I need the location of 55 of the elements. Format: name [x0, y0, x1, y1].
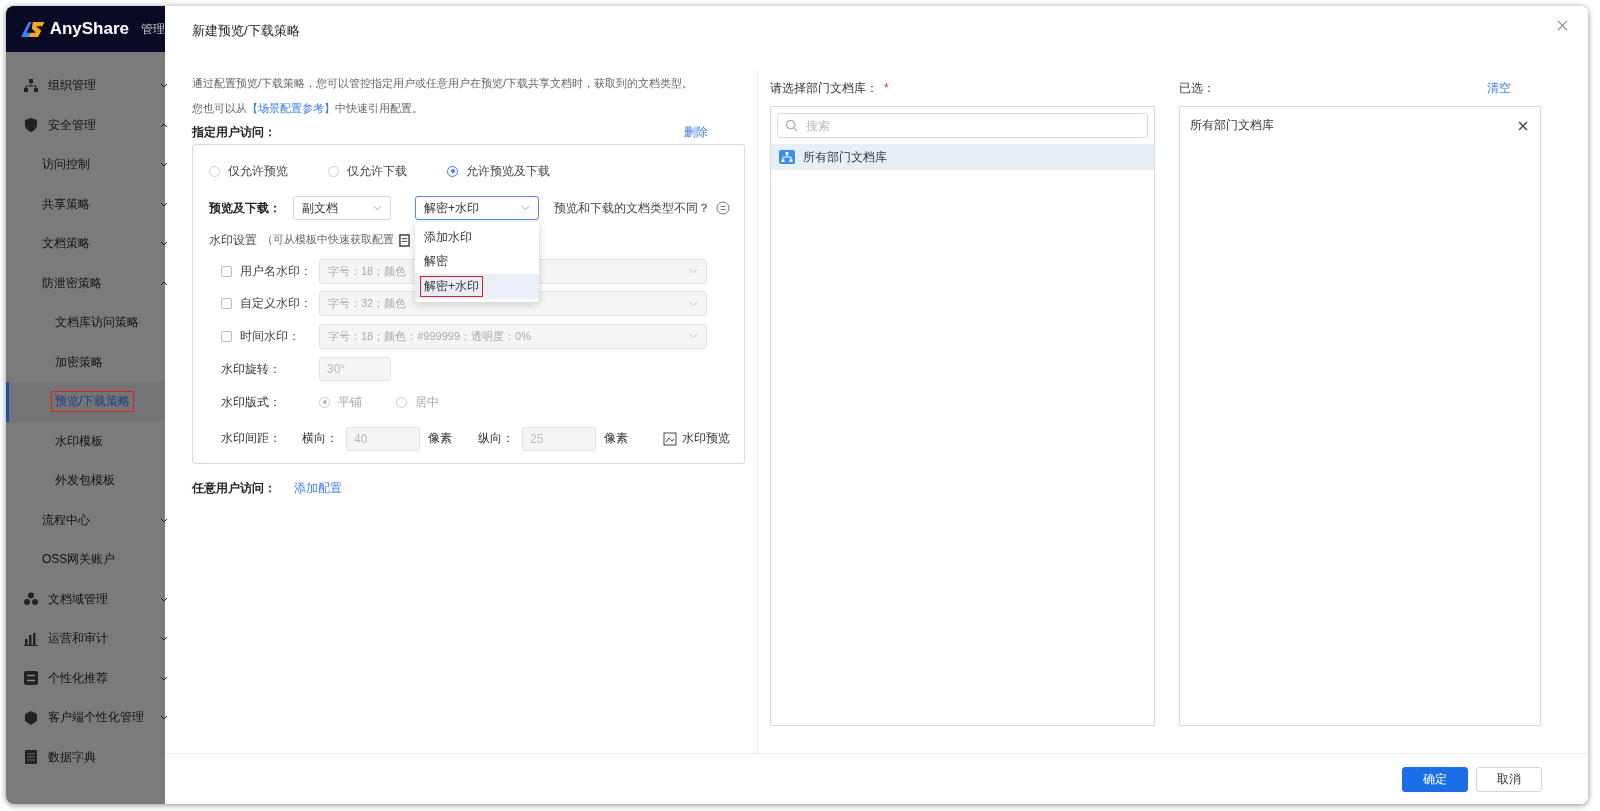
field-label: 纵向：: [478, 430, 514, 447]
nav-label: 安全管理: [47, 116, 97, 134]
brand-name: AnyShare: [49, 19, 129, 39]
nav-label: 加密策略: [54, 353, 104, 371]
radio-label: 居中: [415, 394, 439, 410]
field-label: 水印旋转：: [221, 360, 282, 378]
section-title: 任意用户访问：: [192, 479, 276, 497]
nav-label: 访问控制: [41, 156, 91, 174]
nav-label: 文档库访问策略: [54, 314, 140, 332]
field-label: 水印间距：: [221, 430, 282, 447]
field-label: 水印设置: [209, 231, 257, 249]
nav-label: 流程中心: [41, 511, 91, 529]
nav-label: 预览/下载策略: [51, 391, 135, 413]
radio-label: 仅允许预览: [228, 163, 288, 179]
field-label: 水印版式：: [221, 393, 282, 411]
nav-label: 个性化推荐: [47, 669, 109, 687]
option-label: 解密+水印: [420, 275, 483, 297]
unit-label: 像素: [604, 430, 628, 447]
field-label: 自定义水印：: [240, 295, 313, 313]
nav-label: 水印模板: [54, 432, 104, 450]
nav-label: 运营和审计: [47, 630, 109, 648]
nav-label: 客户端个性化管理: [47, 709, 145, 727]
option-label: 解密: [423, 253, 449, 271]
intro-text: 通过配置预览/下载策略，您可以管控指定用户或任意用户在预览/下载共享文档时，获取到的文档类型。: [192, 76, 695, 91]
help-text: 预览和下载的文档类型不同？: [554, 200, 710, 216]
nav-label: 外发包模板: [54, 472, 116, 490]
radio-label: 平铺: [338, 394, 362, 410]
nav-label: 防泄密策略: [41, 274, 103, 292]
nav-label: 组织管理: [47, 77, 97, 95]
nav-label: 数据字典: [47, 748, 97, 766]
nav-label: 共享策略: [41, 195, 91, 213]
select-value: 字号：18；颜色：#999999；透明度：0%: [328, 328, 531, 344]
field-label: 用户名水印：: [240, 262, 313, 280]
required-mark: *: [884, 81, 889, 95]
field-label: 已选：: [1179, 79, 1215, 97]
nav-label: OSS网关账户: [41, 551, 117, 569]
select-value: 字号：32；颜色: [328, 296, 407, 312]
item-label: 所有部门文档库: [803, 148, 887, 166]
option-label: 添加水印: [423, 228, 473, 246]
reference-text: 您也可以从【场景配置参考】中快速引用配置。: [192, 101, 424, 116]
section-title: 指定用户访问：: [192, 123, 276, 141]
unit-label: 像素: [428, 430, 452, 447]
radio-label: 允许预览及下载: [466, 163, 550, 179]
hint-text: （可从模板中快速获取配置: [262, 233, 394, 247]
header-text: 管理: [141, 20, 165, 38]
selected-item: 所有部门文档库: [1190, 117, 1274, 134]
dialog-title: 新建预览/下载策略: [192, 22, 300, 40]
field-label: 请选择部门文档库：: [770, 79, 878, 97]
field-label: 横向：: [302, 430, 338, 447]
nav-label: 文档域管理: [47, 590, 109, 608]
field-label: 时间水印：: [240, 327, 301, 345]
nav-label: 文档策略: [41, 235, 91, 253]
select-value: 字号：18；颜色: [328, 263, 407, 279]
radio-label: 仅允许下载: [347, 163, 407, 179]
field-label: 预览及下载：: [209, 199, 282, 217]
